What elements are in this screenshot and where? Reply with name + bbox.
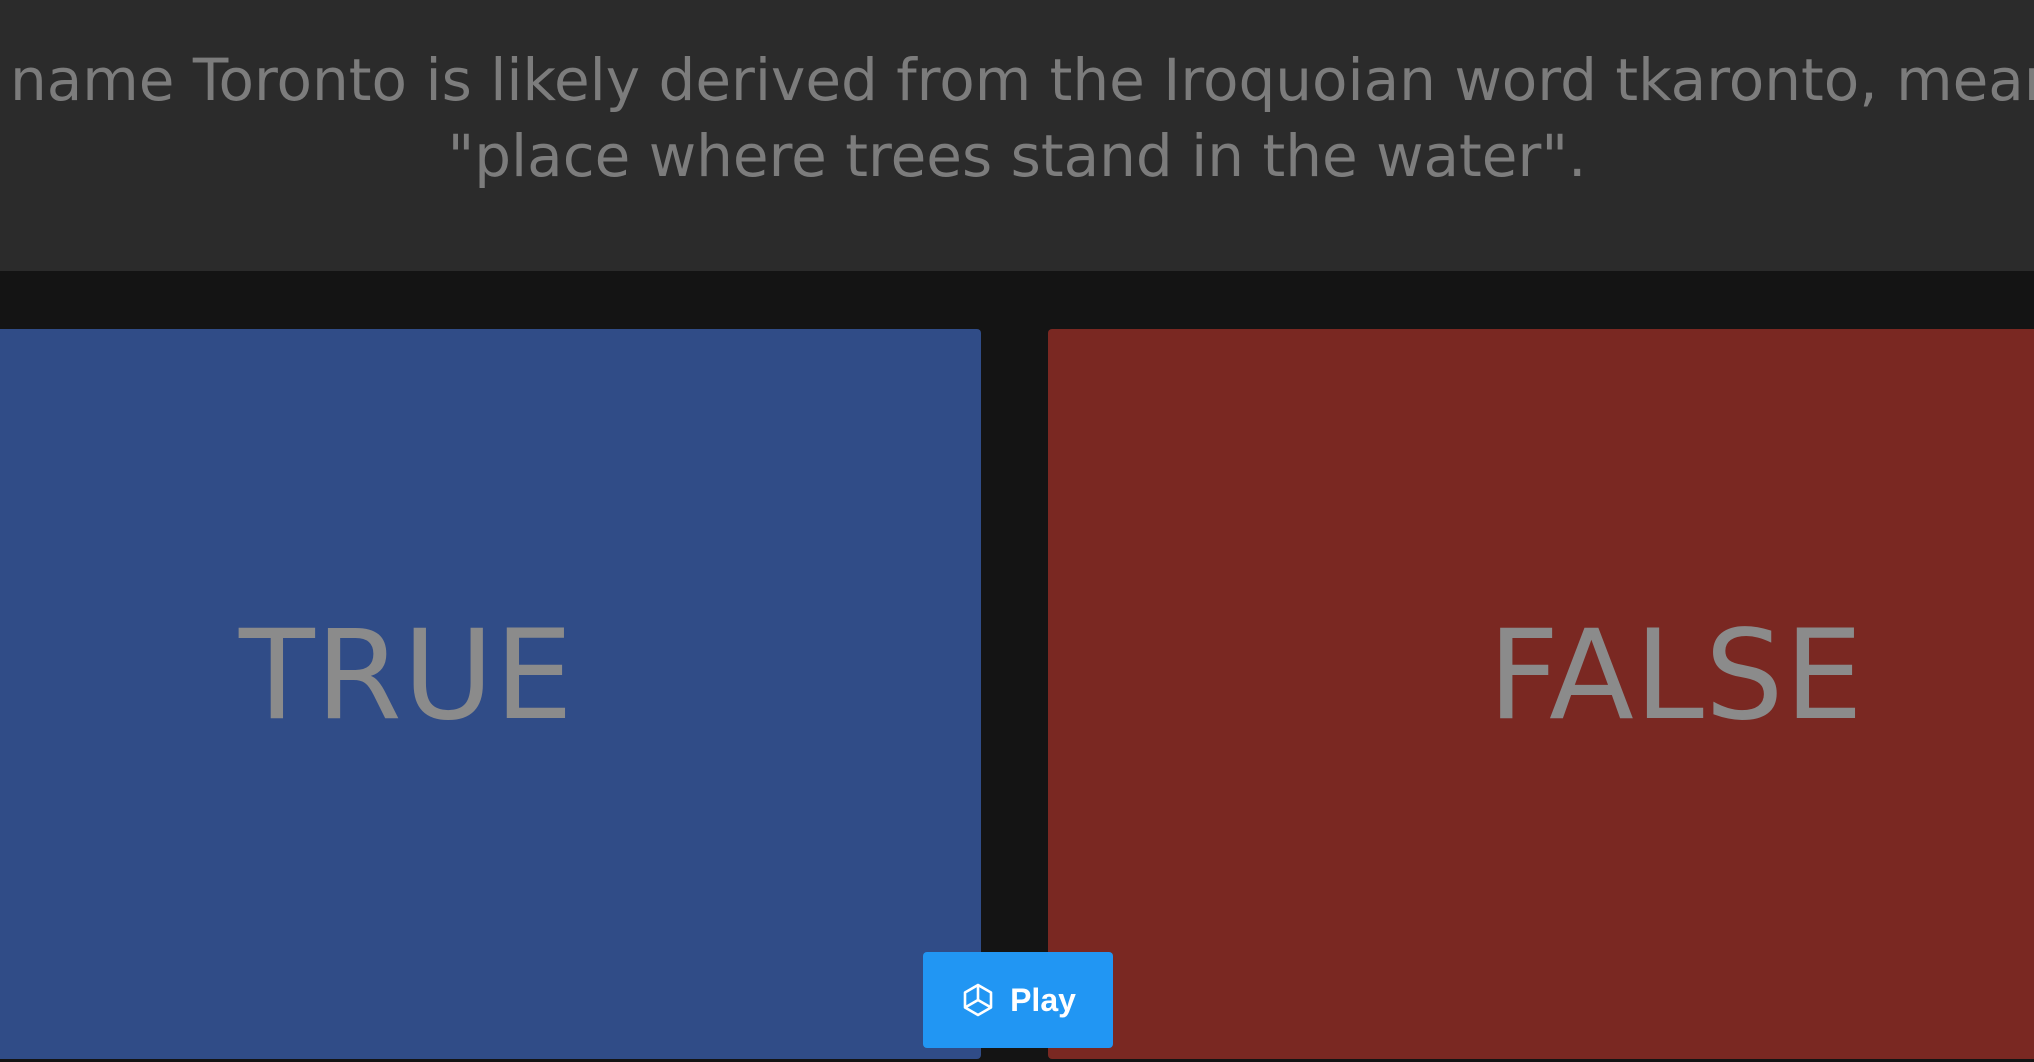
play-button-label: Play	[1010, 982, 1076, 1018]
unity-logo-icon	[963, 983, 993, 1017]
play-button[interactable]: Play	[923, 952, 1113, 1048]
false-answer-label: FALSE	[1488, 604, 1864, 748]
question-panel: The name Toronto is likely derived from …	[0, 0, 2034, 271]
false-answer-button[interactable]: FALSE	[1048, 329, 2034, 1059]
question-text: The name Toronto is likely derived from …	[0, 46, 2034, 190]
true-answer-button[interactable]: TRUE	[0, 329, 981, 1059]
true-answer-label: TRUE	[239, 604, 575, 748]
